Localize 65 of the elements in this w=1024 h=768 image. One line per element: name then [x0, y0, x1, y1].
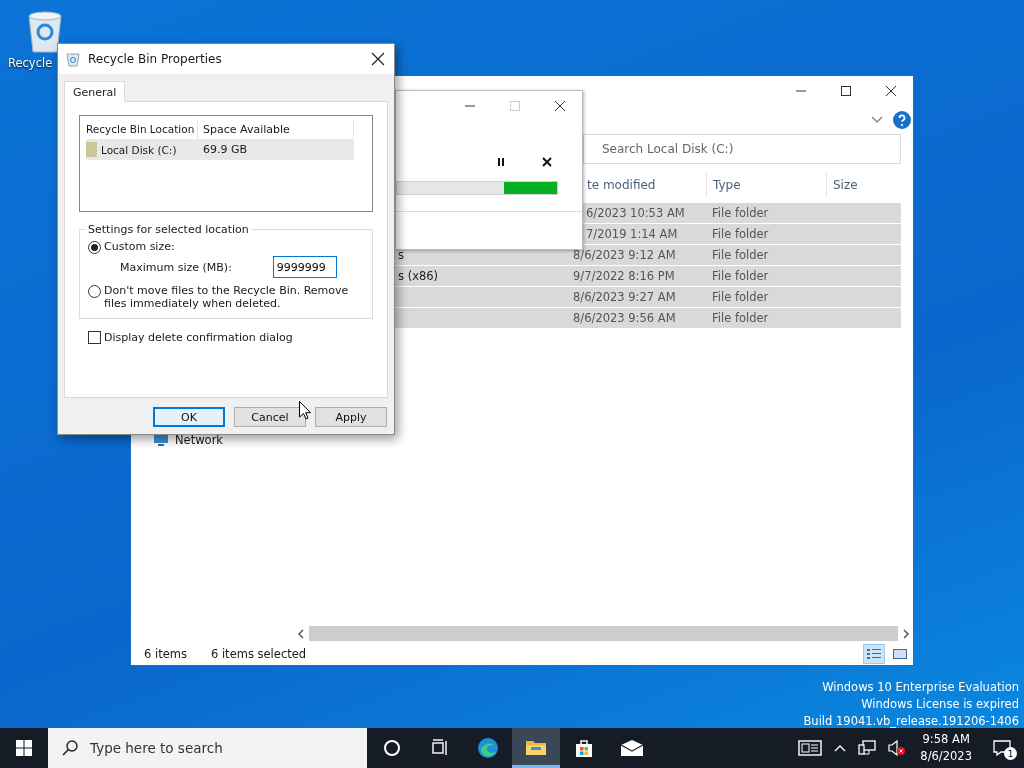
radio-button[interactable]: [88, 241, 101, 254]
space-available: 69.9 GB: [203, 143, 248, 156]
dialog-button[interactable]: OK: [153, 407, 225, 427]
dialog-button[interactable]: Apply: [315, 407, 387, 427]
dialog-title: Recycle Bin Properties: [88, 52, 222, 66]
dialog-button[interactable]: Cancel: [234, 407, 306, 427]
drive-icon: [86, 142, 97, 157]
notification-count: 1: [1004, 747, 1017, 760]
clock-time[interactable]: 9:58 AM: [922, 731, 970, 748]
pause-icon[interactable]: [496, 157, 506, 167]
tab[interactable]: General: [64, 81, 126, 102]
date-modified: 8/6/2023 9:56 AM: [573, 311, 676, 325]
clock-date[interactable]: 8/6/2023: [920, 748, 972, 765]
system-notice: Build 19041.vb_release.191206-1406: [803, 713, 1019, 730]
date-modified: 8/6/2023 9:12 AM: [573, 248, 676, 262]
scroll-right-icon[interactable]: [902, 628, 910, 639]
selection-count: 6 items selected: [210, 647, 307, 661]
desktop-icon-label[interactable]: Recycle: [8, 56, 53, 70]
file-type: File folder: [712, 227, 769, 241]
file-type: File folder: [712, 269, 769, 283]
system-notice: Windows License is expired: [861, 696, 1019, 713]
maximize-icon: [508, 100, 521, 112]
close-icon[interactable]: [553, 100, 566, 112]
location-row[interactable]: Local Disk (C:) 69.9 GB: [86, 139, 354, 160]
item-count: 6 items: [144, 647, 187, 661]
date-modified: 9/7/2022 8:16 PM: [573, 269, 675, 283]
date-modified: 7/2019 1:14 AM: [586, 227, 678, 241]
mouse-cursor-icon: [299, 401, 311, 420]
help-icon[interactable]: [893, 111, 911, 129]
search-placeholder: Type here to search: [90, 740, 223, 756]
checkbox[interactable]: [88, 331, 101, 344]
column-header[interactable]: Size: [826, 173, 906, 197]
file-name: s: [398, 248, 404, 262]
location-name: Local Disk (C:): [101, 143, 177, 156]
input-field[interactable]: 9999999: [272, 256, 337, 278]
file-type: File folder: [712, 248, 769, 262]
cancel-icon[interactable]: [542, 157, 552, 167]
recycle-bin-icon[interactable]: [25, 10, 65, 54]
taskbar-search-field[interactable]: Type here to search: [48, 728, 367, 768]
scrollbar-thumb[interactable]: [309, 626, 898, 641]
maximize-icon[interactable]: [839, 85, 852, 97]
column-header[interactable]: Type: [706, 173, 826, 197]
radio-button[interactable]: [88, 285, 101, 298]
field-label: Maximum size (MB):: [120, 260, 232, 274]
system-notice: Windows 10 Enterprise Evaluation: [822, 679, 1019, 696]
file-type: File folder: [712, 206, 769, 220]
search-field[interactable]: Search Local Disk (C:): [583, 134, 901, 164]
explorer-icon[interactable]: [512, 728, 560, 768]
close-icon[interactable]: [884, 85, 897, 97]
file-name: s (x86): [398, 269, 439, 283]
chevron-down-icon[interactable]: [871, 116, 883, 124]
date-modified: 6/2023 10:53 AM: [586, 206, 685, 220]
date-modified: 8/6/2023 9:27 AM: [573, 290, 676, 304]
notification-icon[interactable]: [993, 740, 1011, 756]
nav-item[interactable]: Network: [175, 433, 224, 447]
scroll-left-icon[interactable]: [297, 628, 305, 639]
close-icon[interactable]: [371, 52, 385, 66]
column-header[interactable]: te modified: [585, 173, 706, 197]
group-title: Settings for selected location: [86, 223, 251, 236]
search-icon: [62, 740, 78, 756]
file-type: File folder: [712, 311, 769, 325]
file-type: File folder: [712, 290, 769, 304]
checkbox-label[interactable]: Display delete confirmation dialog: [104, 331, 293, 344]
details-view-icon[interactable]: [863, 644, 885, 664]
network-icon: [153, 433, 169, 447]
